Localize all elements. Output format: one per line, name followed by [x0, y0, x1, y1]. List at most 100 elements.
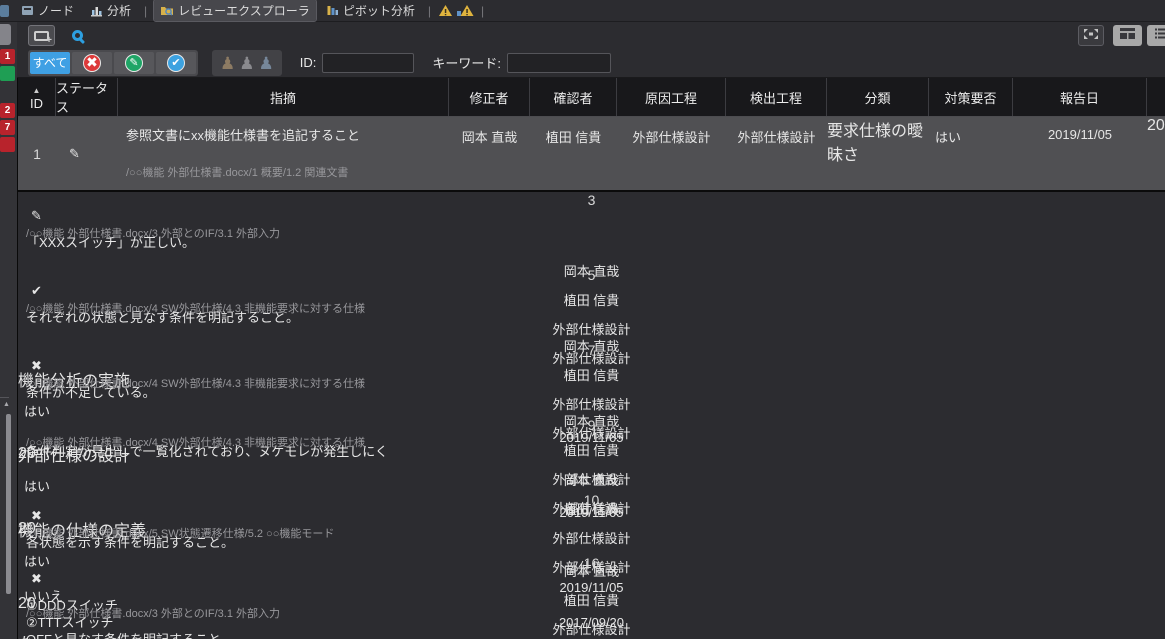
screenshot-add-button[interactable] — [28, 25, 55, 46]
status-icon: ✖ — [31, 358, 42, 374]
column-header-status[interactable]: ステータス — [56, 78, 118, 116]
cell-finding[interactable]: 各状態を示す条件を明記すること。 /○○機能 外部仕様書.docx/5 SW状態… — [18, 524, 1165, 551]
status-confirmed-icon: ✔ — [167, 54, 185, 72]
person-filter-group: ♟ ♟ ♟ — [212, 50, 282, 76]
analysis-chart-icon — [90, 4, 103, 17]
expand-button[interactable] — [1078, 25, 1104, 46]
column-header-id-label: ID — [30, 97, 43, 110]
column-header-fixer[interactable]: 修正者 — [449, 78, 530, 116]
filter-status-fixed-button[interactable]: ✎ — [114, 52, 154, 74]
marker-badge[interactable] — [0, 66, 15, 81]
cell-status[interactable]: ✖ — [18, 571, 1165, 587]
cell-checker: 植田 信貴 — [530, 117, 617, 190]
status-icon: ✎ — [69, 146, 80, 162]
cell-id: 1 — [18, 117, 56, 190]
cell-report-date: 2019/11/05 — [1013, 117, 1147, 190]
tab-review-explorer-label: レビューエクスプローラ — [178, 2, 310, 19]
table-row[interactable]: 5 ✔ それぞれの状態と見なす条件を明記すること。 /○○機能 外部仕様書.do… — [18, 267, 1165, 342]
finding-document-path: /○○機能 外部仕様書.docx/1 概要/1.2 関連文書 — [126, 164, 447, 180]
tab-separator: | — [478, 4, 487, 18]
column-header-category[interactable]: 分類 — [827, 78, 929, 116]
expand-icon — [1083, 27, 1099, 45]
table-body: 1 ✎ 参照文書にxx機能仕様書を追記すること /○○機能 外部仕様書.docx… — [18, 117, 1165, 639]
status-icon: ✎ — [31, 208, 42, 224]
scroll-up-arrow[interactable]: ▲ — [3, 401, 10, 408]
tab-pivot-analysis-label: ピボット分析 — [343, 2, 415, 19]
finding-text: 参照文書にxx機能仕様書を追記すること — [126, 127, 441, 144]
marker-badge[interactable]: 2 — [0, 103, 15, 118]
finding-document-path: /○○機能 外部仕様書.docx/3 外部とのIF/3.1 外部入力 — [26, 605, 1163, 621]
cell-id: 7 — [18, 342, 1165, 358]
layout-view-button[interactable] — [1113, 25, 1142, 46]
table-row[interactable]: 7 ✖ 条件が不足している。 /○○機能 外部仕様書.docx/4 SW外部仕様… — [18, 342, 1165, 417]
cell-finding[interactable]: OFFと見なす条件を明記すること — [18, 621, 1165, 639]
keyword-filter-label: キーワード: — [432, 53, 501, 72]
cell-finding[interactable]: それぞれの状態と見なす条件を明記すること。 /○○機能 外部仕様書.docx/4… — [18, 299, 1165, 326]
cell-action-needed: はい — [929, 117, 1013, 190]
cell-finding[interactable]: 「XXXスイッチ」が正しい。 /○○機能 外部仕様書.docx/3 外部とのIF… — [18, 224, 1165, 251]
id-filter-label: ID: — [300, 55, 317, 70]
cell-category[interactable]: 要求仕様の曖昧さ — [827, 117, 929, 190]
table-row[interactable]: 3 ✎ 「XXXスイッチ」が正しい。 /○○機能 外部仕様書.docx/3 外部… — [18, 192, 1165, 267]
findings-table: ▲ ID ステータス 指摘 修正者 確認者 原因工程 検出工程 分類 対策要否 … — [17, 78, 1165, 639]
table-row[interactable]: 1 ✎ 参照文書にxx機能仕様書を追記すること /○○機能 外部仕様書.docx… — [18, 117, 1165, 192]
node-icon — [21, 4, 34, 17]
column-header-checker[interactable]: 確認者 — [530, 78, 617, 116]
table-row[interactable]: 9 条件判定が見出しで一覧化されており、ヌケモレが発生しにく /○○機能 外部仕… — [18, 417, 1165, 492]
search-button[interactable] — [64, 25, 90, 46]
cell-finding[interactable]: 条件が不足している。 /○○機能 外部仕様書.docx/4 SW外部仕様/4.3… — [18, 374, 1165, 401]
cell-fixer: 岡本 直哉 — [18, 460, 1165, 489]
person-filter-gray-icon[interactable]: ♟ — [239, 54, 254, 74]
tab-analysis[interactable]: 分析 — [84, 0, 137, 21]
filter-status-ng-button[interactable]: ✖ — [72, 52, 112, 74]
pane-divider — [0, 397, 9, 398]
cell-id: 10 — [18, 492, 1165, 508]
cell-status[interactable]: ✔ — [18, 283, 1165, 299]
cell-status[interactable]: ✖ — [18, 358, 1165, 374]
layout-view-icon — [1119, 27, 1136, 45]
filter-all-button[interactable]: すべて — [30, 52, 70, 74]
cell-status[interactable]: ✎ — [56, 117, 118, 190]
filter-status-confirmed-button[interactable]: ✔ — [156, 52, 196, 74]
person-filter-blue-icon[interactable]: ♟ — [259, 54, 274, 74]
column-header-extra[interactable] — [1147, 78, 1165, 116]
warning-icon[interactable] — [438, 4, 453, 17]
cell-finding[interactable]: 条件判定が見出しで一覧化されており、ヌケモレが発生しにく /○○機能 外部仕様書… — [18, 433, 1165, 460]
list-view-icon — [1154, 27, 1165, 45]
tab-pivot-analysis[interactable]: ピボット分析 — [320, 0, 421, 21]
cell-finding[interactable]: 参照文書にxx機能仕様書を追記すること /○○機能 外部仕様書.docx/1 概… — [118, 117, 449, 190]
marker-badge[interactable]: 1 — [0, 49, 15, 64]
finding-document-path: /○○機能 外部仕様書.docx/5 SW状態遷移仕様/5.2 ○○機能モード — [26, 525, 1163, 541]
warning-new-icon[interactable] — [457, 4, 474, 17]
column-header-finding[interactable]: 指摘 — [118, 78, 449, 116]
tab-node-label: ノード — [38, 2, 74, 19]
marker-strip: 1 2 7 ▲ — [0, 22, 17, 639]
tab-review-explorer[interactable]: レビューエクスプローラ — [154, 0, 316, 21]
collapsed-pane-handle[interactable] — [0, 24, 11, 45]
marker-badge[interactable] — [0, 137, 15, 152]
screenshot-add-icon — [34, 31, 49, 41]
person-filter-brown-icon[interactable]: ♟ — [220, 54, 235, 74]
vertical-scrollbar-thumb[interactable] — [6, 414, 11, 594]
cell-status[interactable]: ✎ — [18, 208, 1165, 224]
table-row[interactable]: OFFと見なす条件を明記すること 岡本 直哉 植田 信貴 外部仕様設計 外部仕様… — [18, 621, 1165, 639]
marker-badge[interactable]: 7 — [0, 120, 15, 135]
list-view-button[interactable] — [1147, 25, 1165, 46]
cell-id: 16 — [18, 555, 1165, 571]
column-header-detect[interactable]: 検出工程 — [726, 78, 827, 116]
column-header-action[interactable]: 対策要否 — [929, 78, 1013, 116]
status-icon: ✖ — [31, 571, 42, 587]
column-header-report[interactable]: 報告日 — [1013, 78, 1147, 116]
cell-status[interactable]: ✖ — [18, 508, 1165, 524]
keyword-filter-input[interactable] — [507, 53, 611, 73]
id-filter-input[interactable] — [322, 53, 414, 73]
column-header-id[interactable]: ▲ ID — [18, 78, 56, 116]
column-header-cause[interactable]: 原因工程 — [617, 78, 726, 116]
status-icon: ✔ — [31, 283, 42, 299]
cell-fixer: 岡本 直哉 — [449, 117, 530, 190]
cell-extra[interactable]: 20 — [1147, 117, 1165, 190]
tab-node[interactable]: ノード — [15, 0, 80, 21]
table-row[interactable]: 16 ✖ ①DDDスイッチ ②TTTスイッチ /○○機能 外部仕様書.docx/… — [18, 555, 1165, 621]
table-row[interactable]: 10 ✖ 各状態を示す条件を明記すること。 /○○機能 外部仕様書.docx/5… — [18, 492, 1165, 555]
cell-id: 3 — [18, 192, 1165, 208]
